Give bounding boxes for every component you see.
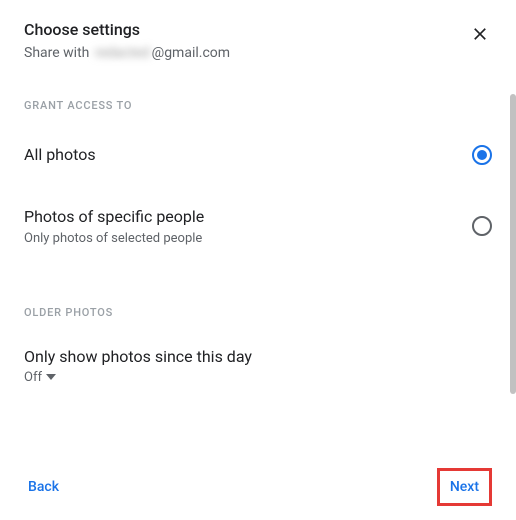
grant-access-label: GRANT ACCESS TO [0, 99, 516, 112]
option-all-photos[interactable]: All photos [0, 132, 516, 178]
close-icon [470, 24, 490, 44]
next-button[interactable]: Next [437, 468, 492, 506]
option-title: All photos [24, 144, 472, 166]
radio-unselected-icon [472, 216, 492, 236]
back-button[interactable]: Back [24, 471, 63, 503]
share-suffix: @gmail.com [152, 45, 230, 61]
date-filter-title: Only show photos since this day [24, 347, 492, 366]
dropdown-icon [46, 372, 56, 382]
date-filter-value: Off [24, 370, 42, 385]
older-photos-label: OLDER PHOTOS [0, 306, 516, 319]
option-desc: Only photos of selected people [24, 231, 472, 246]
date-filter-row: Only show photos since this day Off [0, 339, 516, 393]
share-email-redacted: redacted [95, 45, 150, 61]
share-prefix: Share with [24, 45, 93, 61]
scrollbar[interactable] [510, 94, 516, 394]
share-with-text: Share with redacted@gmail.com [24, 45, 468, 61]
option-specific-people[interactable]: Photos of specific people Only photos of… [0, 194, 516, 257]
page-title: Choose settings [24, 20, 468, 39]
radio-selected-icon [472, 145, 492, 165]
option-title: Photos of specific people [24, 206, 472, 228]
close-button[interactable] [468, 22, 492, 46]
date-filter-dropdown[interactable]: Off [24, 370, 492, 385]
